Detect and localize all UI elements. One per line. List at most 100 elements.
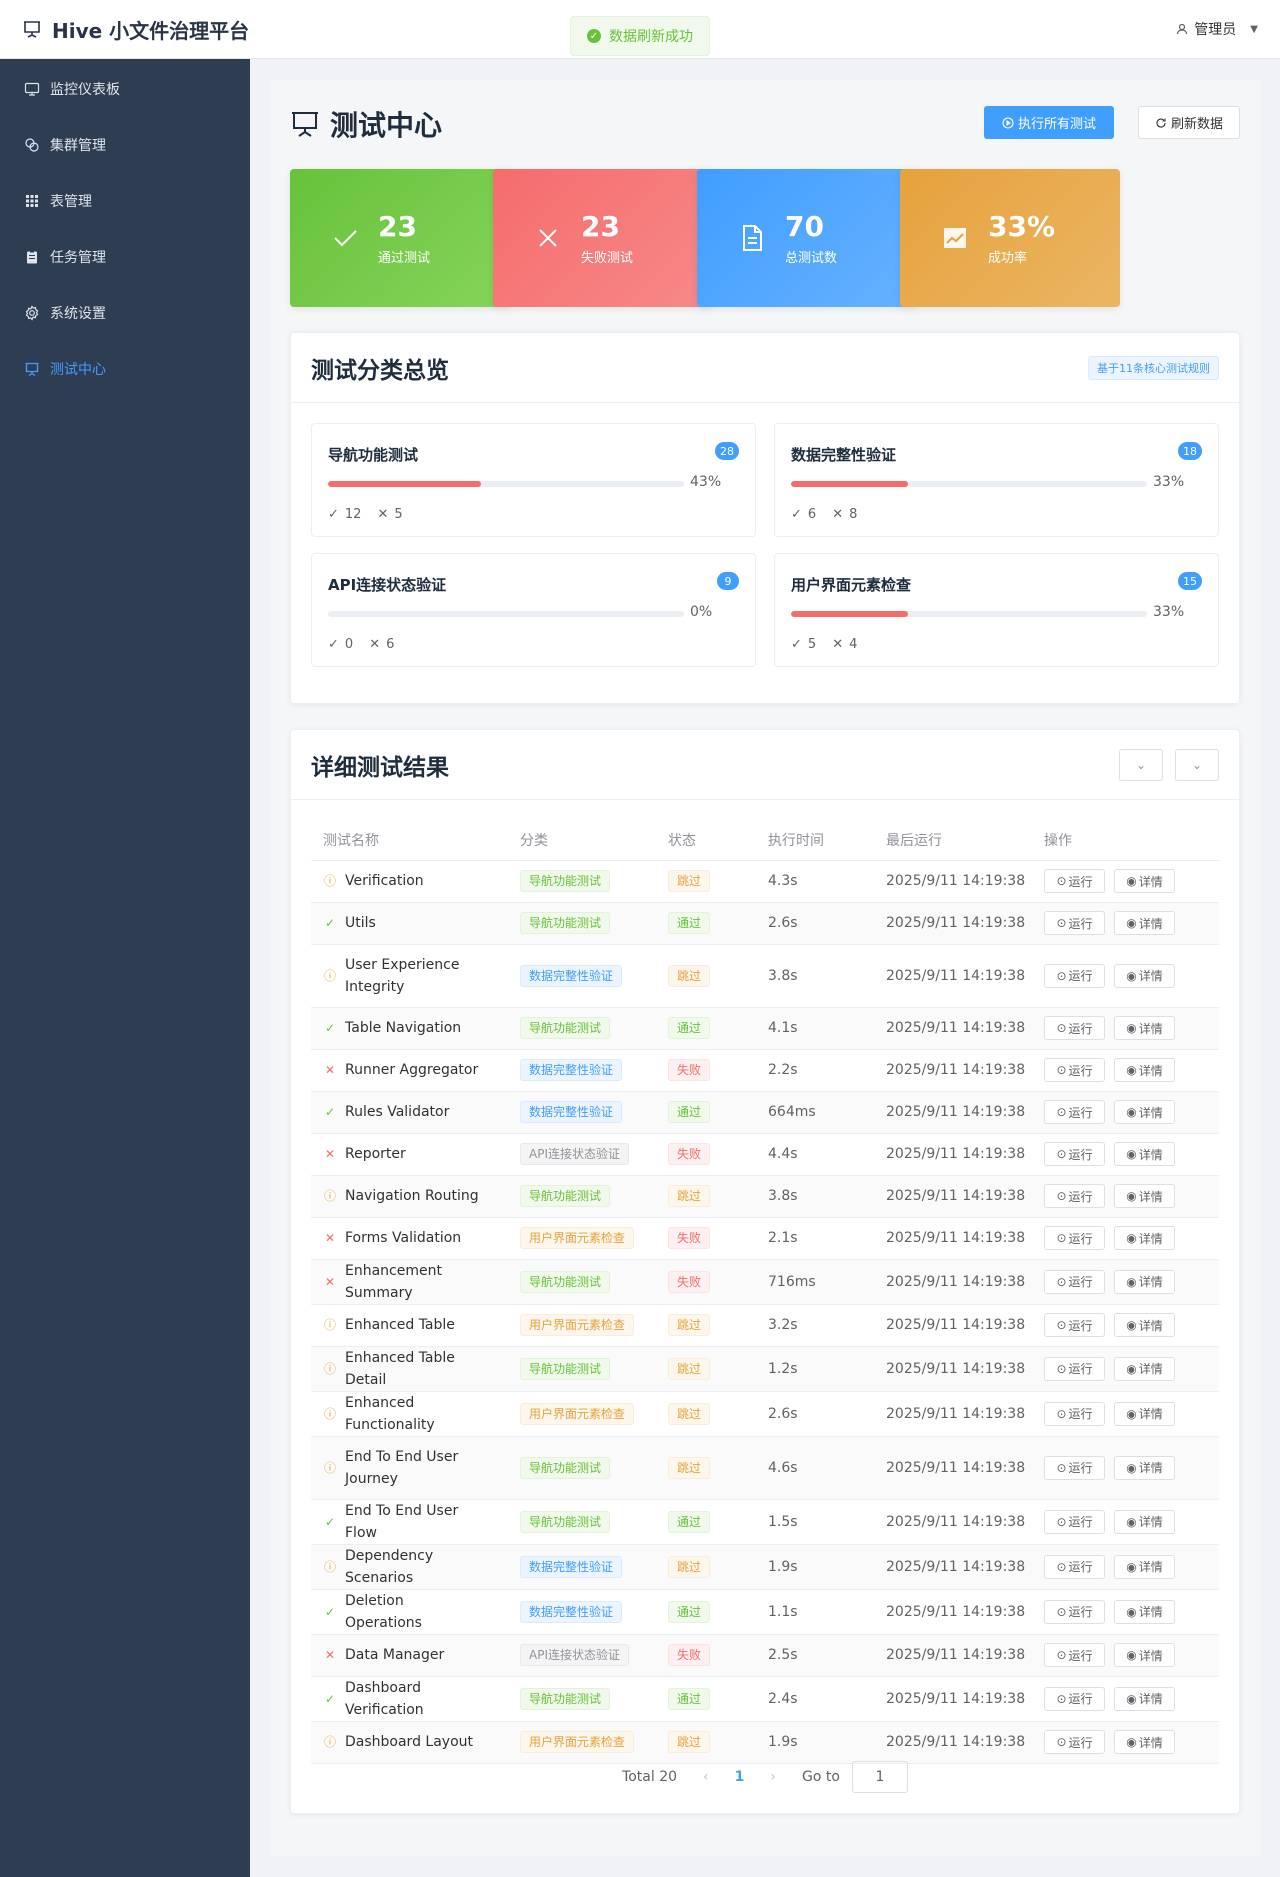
sidebar-item-settings[interactable]: 系统设置 [0, 285, 250, 341]
category-card[interactable]: 导航功能测试 28 43% ✓ 12 ✕ 5 [311, 423, 756, 537]
run-button[interactable]: ⊙ 运行 [1044, 1730, 1105, 1754]
detail-button[interactable]: ◉ 详情 [1114, 1269, 1175, 1294]
table-row: ⓘ User Experience Integrity 数据完整性验证 跳过 3.8s 2… [311, 944, 1219, 1008]
next-page-icon[interactable]: › [770, 1769, 776, 1785]
category-card[interactable]: 用户界面元素检查 15 33% ✓ 5 ✕ 4 [774, 553, 1219, 667]
detail-button[interactable]: ◉ 详情 [1114, 1686, 1175, 1711]
time-cell: 1.1s [756, 1589, 874, 1635]
run-button[interactable]: ⊙ 运行 [1044, 1100, 1105, 1124]
run-button[interactable]: ⊙ 运行 [1044, 1269, 1105, 1294]
detail-button[interactable]: ◉ 详情 [1114, 1356, 1175, 1381]
time-cell: 1.2s [756, 1346, 874, 1392]
status-badge: 跳过 [668, 1555, 711, 1578]
run-button[interactable]: ⊙ 运行 [1044, 1509, 1105, 1534]
info-circle-icon: ⓘ [323, 1735, 336, 1749]
detail-button[interactable]: ◉ 详情 [1114, 1142, 1175, 1166]
detail-button[interactable]: ◉ 详情 [1114, 1184, 1175, 1208]
run-button[interactable]: ⊙ 运行 [1044, 1643, 1105, 1667]
clipboard-icon [27, 250, 37, 264]
filter-dropdown[interactable]: ⌄ [1119, 748, 1163, 781]
run-all-label: 执行所有测试 [1017, 117, 1096, 132]
sidebar-item-test-center[interactable]: 测试中心 [0, 341, 250, 397]
sidebar-item-label: 测试中心 [50, 362, 106, 378]
run-button[interactable]: ⊙ 运行 [1044, 963, 1105, 988]
detail-button[interactable]: ◉ 详情 [1114, 1401, 1175, 1426]
check-icon: ✓ [791, 507, 802, 522]
run-button[interactable]: ⊙ 运行 [1044, 1401, 1105, 1426]
name-cell: ⓘ Verification [311, 860, 508, 903]
run-button[interactable]: ⊙ 运行 [1044, 1554, 1105, 1579]
detail-button[interactable]: ◉ 详情 [1114, 963, 1175, 988]
sidebar-item-monitor[interactable]: 监控仪表板 [0, 61, 250, 117]
refresh-label: 刷新数据 [1170, 117, 1223, 132]
play-circle-icon: ⊙ [1056, 1460, 1067, 1475]
detail-button[interactable]: ◉ 详情 [1114, 1455, 1175, 1480]
category-tag: 数据完整性验证 [520, 1555, 623, 1578]
brand[interactable]: Hive 小文件治理平台 [22, 15, 249, 44]
run-all-tests-button[interactable]: 执行所有测试 [984, 106, 1114, 139]
status-cell: 通过 [656, 902, 756, 945]
detail-button[interactable]: ◉ 详情 [1114, 1058, 1175, 1082]
refresh-data-button[interactable]: 刷新数据 [1138, 106, 1240, 139]
detail-button[interactable]: ◉ 详情 [1114, 1226, 1175, 1250]
page-number[interactable]: 1 [735, 1769, 745, 1785]
category-count-badge: 18 [1178, 442, 1202, 460]
check-icon: ✓ [328, 637, 339, 652]
detail-button[interactable]: ◉ 详情 [1114, 1643, 1175, 1667]
detail-button[interactable]: ◉ 详情 [1114, 1016, 1175, 1040]
failed-count: ✕ 8 [832, 507, 857, 522]
detail-button[interactable]: ◉ 详情 [1114, 1554, 1175, 1579]
status-cell: 跳过 [656, 1346, 756, 1392]
user-menu[interactable]: 管理员 ▼ [1176, 19, 1258, 39]
run-button[interactable]: ⊙ 运行 [1044, 1184, 1105, 1208]
test-name-text: Dashboard Verification [345, 1679, 424, 1718]
test-name-text: Verification [345, 873, 424, 889]
detail-button[interactable]: ◉ 详情 [1114, 1509, 1175, 1534]
category-cell: 导航功能测试 [508, 1676, 656, 1722]
sort-dropdown[interactable]: ⌄ [1175, 748, 1219, 781]
run-button[interactable]: ⊙ 运行 [1044, 1016, 1105, 1040]
eye-icon: ◉ [1126, 1105, 1137, 1119]
category-card[interactable]: 数据完整性验证 18 33% ✓ 6 ✕ 8 [774, 423, 1219, 537]
run-button[interactable]: ⊙ 运行 [1044, 1455, 1105, 1480]
test-name: ⓘ User Experience Integrity [323, 954, 508, 998]
run-button[interactable]: ⊙ 运行 [1044, 869, 1105, 893]
status-cell: 跳过 [656, 944, 756, 1008]
last-run-cell: 2025/9/11 14:19:38 [874, 1007, 1032, 1050]
check-icon: ✓ [324, 1604, 336, 1619]
detail-button[interactable]: ◉ 详情 [1114, 869, 1175, 893]
category-tag: 数据完整性验证 [520, 964, 623, 987]
table-row: ✓ Deletion Operations 数据完整性验证 通过 1.1s 2025/9/… [311, 1589, 1219, 1635]
detail-button[interactable]: ◉ 详情 [1114, 1730, 1175, 1754]
goto-input[interactable]: 1 [851, 1761, 908, 1793]
run-button[interactable]: ⊙ 运行 [1044, 1356, 1105, 1381]
run-button[interactable]: ⊙ 运行 [1044, 1058, 1105, 1082]
category-percent: 33% [1153, 604, 1185, 620]
play-circle-icon: ⊙ [1056, 1274, 1067, 1289]
passed-count-value: 0 [344, 637, 354, 652]
stat-card-success-rate: 33% 成功率 [900, 169, 1120, 307]
detail-button[interactable]: ◉ 详情 [1114, 1313, 1175, 1337]
run-button[interactable]: ⊙ 运行 [1044, 1686, 1105, 1711]
play-circle-icon: ⊙ [1056, 1559, 1067, 1574]
category-card[interactable]: API连接状态验证 9 0% ✓ 0 ✕ 6 [311, 553, 756, 667]
check-icon: ✓ [791, 637, 802, 652]
run-label: 运行 [1068, 1231, 1093, 1246]
run-button[interactable]: ⊙ 运行 [1044, 1142, 1105, 1166]
run-label: 运行 [1068, 1105, 1093, 1120]
run-button[interactable]: ⊙ 运行 [1044, 1313, 1105, 1337]
sidebar-item-tables[interactable]: 表管理 [0, 173, 250, 229]
sidebar-item-tasks[interactable]: 任务管理 [0, 229, 250, 285]
detail-button[interactable]: ◉ 详情 [1114, 911, 1175, 935]
sidebar-item-cluster[interactable]: 集群管理 [0, 117, 250, 173]
status-badge: 跳过 [668, 964, 711, 987]
category-cell: 导航功能测试 [508, 1499, 656, 1545]
actions-cell: ⊙ 运行 ◉ 详情 [1032, 1634, 1219, 1677]
prev-page-icon[interactable]: ‹ [703, 1769, 709, 1785]
run-button[interactable]: ⊙ 运行 [1044, 911, 1105, 935]
detail-button[interactable]: ◉ 详情 [1114, 1599, 1175, 1624]
refresh-icon [1156, 118, 1166, 128]
run-button[interactable]: ⊙ 运行 [1044, 1599, 1105, 1624]
run-button[interactable]: ⊙ 运行 [1044, 1226, 1105, 1250]
detail-button[interactable]: ◉ 详情 [1114, 1100, 1175, 1124]
